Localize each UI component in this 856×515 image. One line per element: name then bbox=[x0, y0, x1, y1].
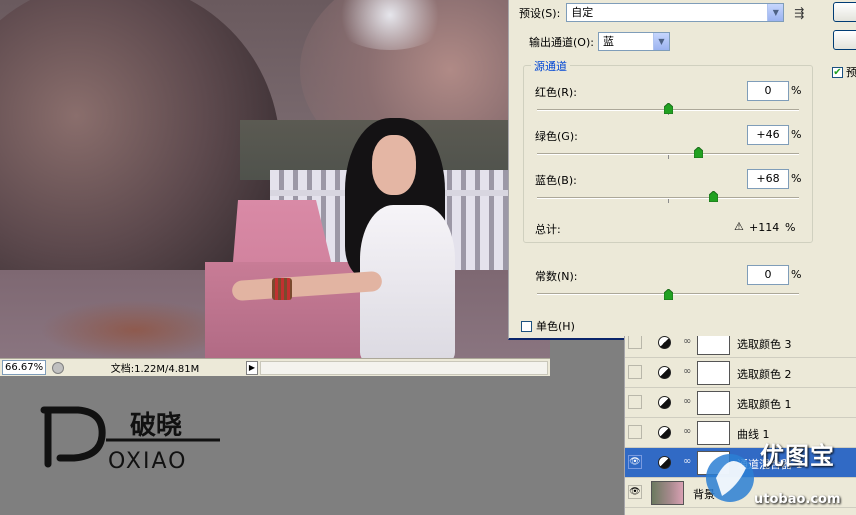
ledge-shadow bbox=[40, 300, 230, 358]
horizontal-scrollbar[interactable] bbox=[260, 360, 548, 375]
adjustment-layer-icon bbox=[658, 426, 671, 439]
layer-row[interactable]: ∞ 选取颜色 2 bbox=[625, 358, 856, 388]
layer-mask-thumbnail[interactable] bbox=[697, 391, 730, 415]
adjustment-layer-icon bbox=[658, 336, 671, 349]
green-label: 绿色(G): bbox=[535, 130, 578, 143]
adjustment-layer-icon bbox=[658, 456, 671, 469]
subject-face bbox=[372, 135, 416, 195]
link-icon: ∞ bbox=[683, 456, 692, 467]
monochrome-row: 单色(H) bbox=[521, 318, 575, 334]
layer-row[interactable]: ∞ 选取颜色 3 bbox=[625, 336, 856, 358]
source-channels-title: 源通道 bbox=[531, 58, 570, 74]
adjustment-layer-icon bbox=[658, 366, 671, 379]
constant-label: 常数(N): bbox=[535, 270, 578, 283]
logo-chinese-text: 破晓 bbox=[130, 411, 182, 441]
visibility-toggle[interactable] bbox=[628, 336, 642, 349]
blue-percent-sign: % bbox=[791, 172, 802, 185]
layer-row[interactable]: ∞ 选取颜色 1 bbox=[625, 388, 856, 418]
monochrome-checkbox[interactable] bbox=[521, 320, 532, 332]
total-value: +114 bbox=[749, 221, 780, 234]
monochrome-label: 单色(H) bbox=[536, 320, 575, 333]
link-icon: ∞ bbox=[683, 366, 692, 377]
document-size-info: 文档:1.22M/4.81M bbox=[110, 364, 200, 375]
output-channel-value: 蓝 bbox=[602, 35, 614, 48]
red-value-input[interactable]: 0 bbox=[747, 81, 789, 101]
red-percent-sign: % bbox=[791, 84, 802, 97]
layer-name: 选取颜色 1 bbox=[737, 398, 792, 411]
blue-label: 蓝色(B): bbox=[535, 174, 577, 187]
preset-value: 自定 bbox=[571, 6, 594, 19]
constant-percent-sign: % bbox=[791, 268, 802, 281]
warning-icon: ⚠ bbox=[734, 220, 744, 233]
chevron-down-icon[interactable]: ▼ bbox=[767, 4, 784, 21]
link-icon: ∞ bbox=[683, 336, 692, 347]
green-slider-center-tick bbox=[668, 155, 669, 159]
status-menu-arrow-icon[interactable]: ▶ bbox=[246, 360, 258, 375]
total-label: 总计: bbox=[535, 223, 561, 236]
channel-mixer-dialog: 预设(S): 自定 ▼ ⇶ ✔ 预 输出通道(O): 蓝 ▼ 源通道 红色(R)… bbox=[508, 0, 856, 340]
chevron-down-icon[interactable]: ▼ bbox=[652, 33, 669, 50]
preset-select[interactable]: 自定 ▼ bbox=[566, 3, 785, 22]
visibility-toggle[interactable] bbox=[628, 365, 642, 379]
blue-slider-center-tick bbox=[668, 199, 669, 203]
preset-row: 预设(S): 自定 ▼ ⇶ bbox=[519, 3, 804, 22]
adjustment-layer-icon bbox=[658, 396, 671, 409]
photo-canvas[interactable] bbox=[0, 0, 550, 358]
red-label: 红色(R): bbox=[535, 86, 577, 99]
eye-icon[interactable]: 👁 bbox=[628, 455, 642, 469]
preview-row: ✔ 预 bbox=[832, 64, 856, 80]
output-channel-label: 输出通道(O): bbox=[529, 35, 594, 49]
status-info-icon[interactable] bbox=[52, 361, 64, 374]
green-value-input[interactable]: +46 bbox=[747, 125, 789, 145]
layer-mask-thumbnail[interactable] bbox=[697, 361, 730, 385]
poxiao-logo: 破晓 OXIAO bbox=[40, 406, 220, 473]
watermark-title: 优图宝 bbox=[760, 442, 835, 470]
visibility-toggle[interactable] bbox=[628, 395, 642, 409]
layer-mask-thumbnail[interactable] bbox=[697, 336, 730, 355]
logo-latin-text: OXIAO bbox=[108, 449, 187, 473]
constant-value-input[interactable]: 0 bbox=[747, 265, 789, 285]
total-percent-sign: % bbox=[785, 221, 796, 234]
ok-button[interactable] bbox=[833, 2, 856, 22]
red-slider-thumb[interactable] bbox=[664, 103, 673, 114]
preset-label: 预设(S): bbox=[519, 6, 561, 20]
layer-name: 选取颜色 2 bbox=[737, 368, 792, 381]
zoom-level-field[interactable]: 66.67% bbox=[2, 360, 46, 375]
preview-checkbox[interactable]: ✔ bbox=[832, 66, 843, 78]
green-slider-thumb[interactable] bbox=[694, 147, 704, 158]
preset-options-icon[interactable]: ⇶ bbox=[794, 6, 804, 20]
link-icon: ∞ bbox=[683, 396, 692, 407]
link-icon: ∞ bbox=[683, 426, 692, 437]
cancel-button[interactable] bbox=[833, 30, 856, 50]
output-channel-row: 输出通道(O): 蓝 ▼ bbox=[529, 32, 670, 51]
constant-slider-thumb[interactable] bbox=[664, 289, 673, 300]
eye-icon[interactable]: 👁 bbox=[628, 485, 642, 499]
watermark-url: utobao.com bbox=[754, 492, 841, 507]
bracelet bbox=[272, 278, 292, 300]
document-status-bar: 66.67% 文档:1.22M/4.81M ▶ bbox=[0, 358, 550, 376]
output-channel-select[interactable]: 蓝 ▼ bbox=[597, 32, 670, 51]
visibility-toggle[interactable] bbox=[628, 425, 642, 439]
blue-slider-thumb[interactable] bbox=[708, 191, 718, 202]
layer-image-thumbnail[interactable] bbox=[651, 481, 684, 505]
blue-value-input[interactable]: +68 bbox=[747, 169, 789, 189]
green-percent-sign: % bbox=[791, 128, 802, 141]
layer-name: 选取颜色 3 bbox=[737, 338, 792, 351]
preview-label: 预 bbox=[846, 66, 856, 79]
